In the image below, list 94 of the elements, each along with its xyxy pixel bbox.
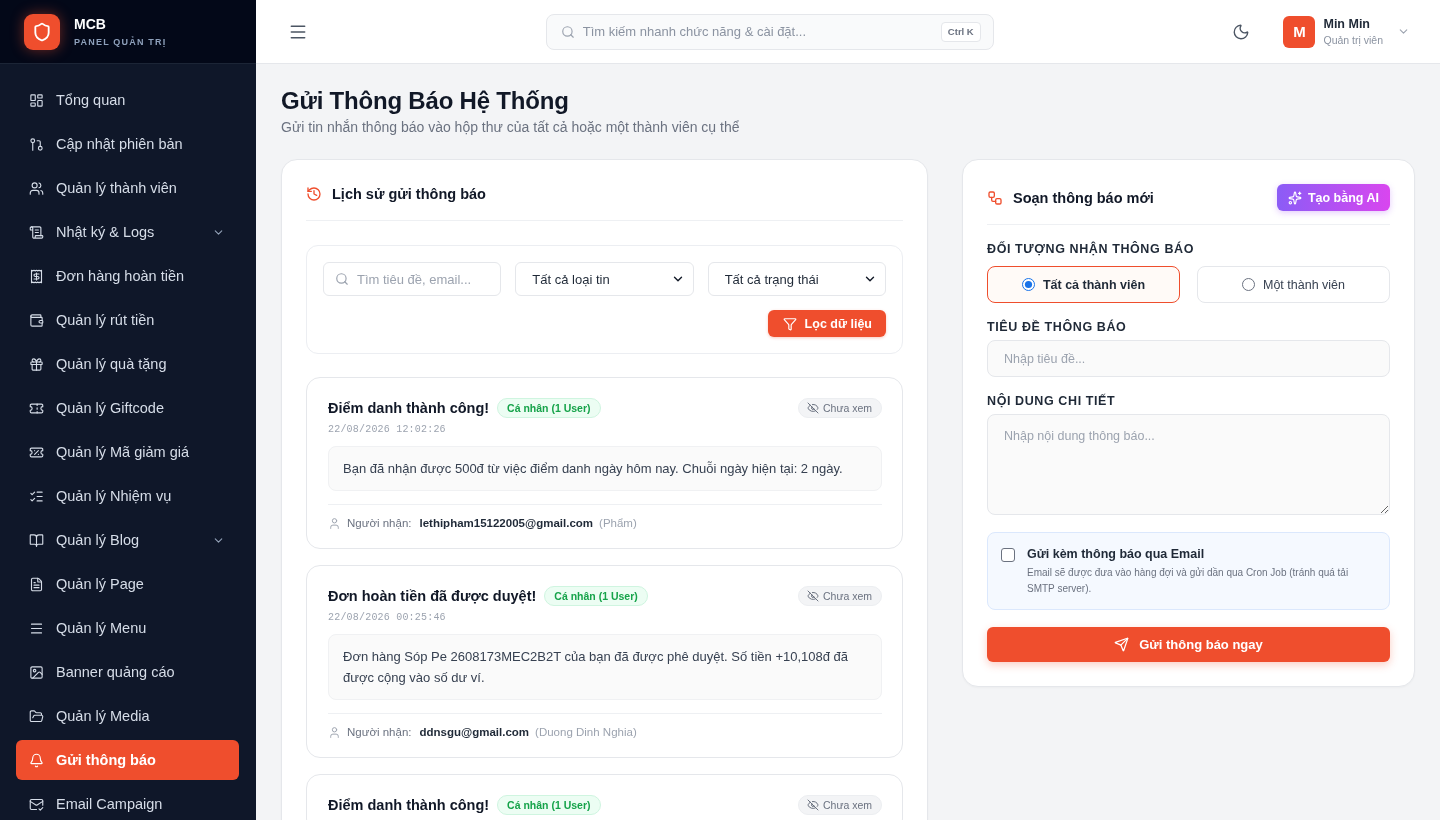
eye-off-icon — [806, 402, 819, 414]
nav-item[interactable]: Cập nhật phiên bản — [16, 124, 239, 164]
image-icon — [29, 664, 44, 680]
linked-squares-icon — [987, 189, 1003, 206]
nav-item[interactable]: Nhật ký & Logs — [16, 212, 239, 252]
recipient-email: lethipham15122005@gmail.com — [419, 516, 594, 531]
nav-item[interactable]: Quản lý Mã giảm giá — [16, 432, 239, 472]
nav-item[interactable]: Quản lý rút tiền — [16, 300, 239, 340]
eye-off-icon — [806, 590, 819, 602]
search-icon — [335, 272, 349, 286]
send-button[interactable]: Gửi thông báo ngay — [987, 627, 1390, 662]
card-title: Soạn thông báo mới — [1013, 188, 1154, 208]
checklist-icon — [29, 488, 44, 504]
read-status: Chưa xem — [797, 586, 882, 606]
branch-icon — [29, 136, 44, 152]
history-icon — [306, 186, 322, 202]
card-title: Lịch sử gửi thông báo — [332, 185, 486, 204]
recipient-name: (Phẩm) — [599, 516, 637, 531]
nav-item[interactable]: Quản lý Blog — [16, 520, 239, 560]
read-status: Chưa xem — [797, 398, 882, 418]
nav-item[interactable]: Gửi thông báo — [16, 740, 239, 780]
radio-icon — [1242, 278, 1255, 291]
search-icon — [560, 24, 575, 39]
ai-generate-button[interactable]: Tạo bằng AI — [1276, 184, 1390, 211]
field-label: ĐỐI TƯỢNG NHẬN THÔNG BÁO — [987, 241, 1195, 257]
audience-option[interactable]: Tất cả thành viên — [987, 266, 1180, 303]
audience-tag: Cá nhân (1 User) — [544, 586, 648, 606]
subject-field[interactable]: Nhập tiêu đề... — [987, 340, 1390, 377]
nav-item[interactable]: Quản lý Giftcode — [16, 388, 239, 428]
notification-message: Bạn đã nhận được 500đ từ việc điểm danh ngày hôm nay. Chuỗi ngày hiện tại: 2 ngày. — [328, 446, 882, 491]
dashboard-icon — [29, 92, 44, 108]
brand-subtitle: PANEL QUẢN TRỊ — [74, 36, 167, 48]
notification-message: Đơn hàng Sóp Pe 2608173MEC2B2T của bạn đã được phê duyệt. Số tiền +10,108đ đã được cộng vào số dư ví. — [328, 634, 882, 700]
eye-off-icon — [806, 799, 819, 811]
notification-title: Điểm danh thành công! — [328, 399, 490, 418]
recipient-label: Người nhận: — [347, 725, 412, 740]
nav-item[interactable]: Banner quảng cáo — [16, 652, 239, 692]
brand-name: MCB — [74, 15, 107, 32]
notification-title: Đơn hoàn tiền đã được duyệt! — [328, 587, 537, 606]
recipient-email: ddnsgu@gmail.com — [419, 725, 530, 740]
moon-icon — [1232, 22, 1251, 41]
filter-icon — [782, 316, 797, 331]
mail-icon — [29, 796, 44, 812]
notification-date: 22/08/2026 00:25:46 — [328, 611, 447, 625]
users-icon — [29, 180, 44, 196]
nav-item[interactable]: Quản lý Media — [16, 696, 239, 736]
history-search-field[interactable]: Tìm tiêu đề, email... — [323, 262, 502, 296]
nav-item[interactable]: Đơn hàng hoàn tiền — [16, 256, 239, 296]
audience-option[interactable]: Một thành viên — [1197, 266, 1390, 303]
nav-item[interactable]: Tổng quan — [16, 80, 239, 120]
audience-tag: Cá nhân (1 User) — [497, 398, 601, 418]
field-label: NỘI DUNG CHI TIẾT — [987, 393, 1117, 409]
list-icon — [29, 620, 44, 636]
nav-item[interactable]: Email Campaign — [16, 784, 239, 820]
gift-icon — [29, 356, 44, 372]
shield-logo-icon — [24, 13, 60, 50]
nav-item[interactable]: Quản lý Menu — [16, 608, 239, 648]
notification-date: 22/08/2026 12:02:26 — [328, 423, 447, 437]
wallet-icon — [29, 312, 44, 328]
nav-item[interactable]: Quản lý Nhiệm vụ — [16, 476, 239, 516]
content-field[interactable]: Nhập nội dung thông báo... — [987, 414, 1390, 515]
page-subtitle: Gửi tin nhắn thông báo vào hộp thư của tất cả hoặc một thành viên cụ thể — [281, 118, 741, 137]
folder-icon — [29, 708, 44, 724]
document-icon — [29, 576, 44, 592]
nav-item[interactable]: Quản lý thành viên — [16, 168, 239, 208]
sparkles-icon — [1287, 190, 1302, 205]
scroll-icon — [29, 224, 44, 240]
receipt-icon — [29, 268, 44, 284]
notification-title: Điểm danh thành công! — [328, 796, 490, 815]
send-icon — [1114, 637, 1130, 652]
recipient-label: Người nhận: — [347, 516, 412, 531]
nav-item[interactable]: Quản lý quà tặng — [16, 344, 239, 384]
user-role: Quản trị viên — [1323, 33, 1383, 47]
recipient-name: (Duong Dinh Nghia) — [535, 725, 637, 740]
user-name: Min Min — [1323, 16, 1371, 32]
user-icon — [328, 516, 341, 530]
page-title: Gửi Thông Báo Hệ Thống — [281, 86, 570, 116]
ticket-icon — [29, 400, 44, 416]
nav-item[interactable]: Quản lý Page — [16, 564, 239, 604]
user-avatar[interactable]: M — [1283, 15, 1316, 48]
bell-icon — [29, 752, 44, 768]
ticket-percent-icon — [29, 444, 44, 460]
email-checkbox[interactable] — [1001, 548, 1015, 562]
book-icon — [29, 532, 44, 548]
filter-button[interactable]: Lọc dữ liệu — [767, 310, 886, 337]
audience-tag: Cá nhân (1 User) — [497, 795, 601, 815]
email-option-label: Gửi kèm thông báo qua Email — [1027, 546, 1206, 562]
user-icon — [328, 725, 341, 739]
field-label: TIÊU ĐỀ THÔNG BÁO — [987, 319, 1128, 335]
email-option-description: Email sẽ được đưa vào hàng đợi và gửi dần qua Cron Job (tránh quá tải SMTP server). — [1027, 566, 1350, 596]
status-select[interactable]: Tất cả trạng thái — [707, 262, 886, 296]
type-select[interactable]: Tất cả loại tin — [515, 262, 694, 296]
radio-icon — [1021, 278, 1035, 291]
read-status: Chưa xem — [797, 795, 882, 815]
